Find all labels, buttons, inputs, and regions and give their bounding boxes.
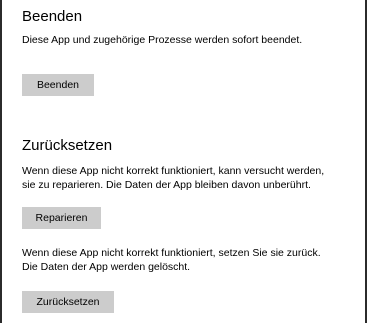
reset-button[interactable]: Zurücksetzen [22, 291, 114, 313]
repair-button[interactable]: Reparieren [22, 207, 101, 229]
settings-panel: Beenden Diese App und zugehörige Prozess… [0, 0, 367, 323]
reset-description-line2: Die Daten der App werden gelöscht. [22, 261, 191, 273]
terminate-description: Diese App und zugehörige Prozesse werden… [22, 34, 303, 46]
repair-description-line1: Wenn diese App nicht korrekt funktionier… [22, 165, 325, 177]
terminate-button[interactable]: Beenden [22, 74, 94, 96]
reset-section-title: Zurücksetzen [22, 137, 113, 154]
terminate-section-title: Beenden [22, 8, 83, 25]
reset-description-line1: Wenn diese App nicht korrekt funktionier… [22, 247, 321, 259]
repair-description-line2: sie zu reparieren. Die Daten der App ble… [22, 179, 311, 191]
